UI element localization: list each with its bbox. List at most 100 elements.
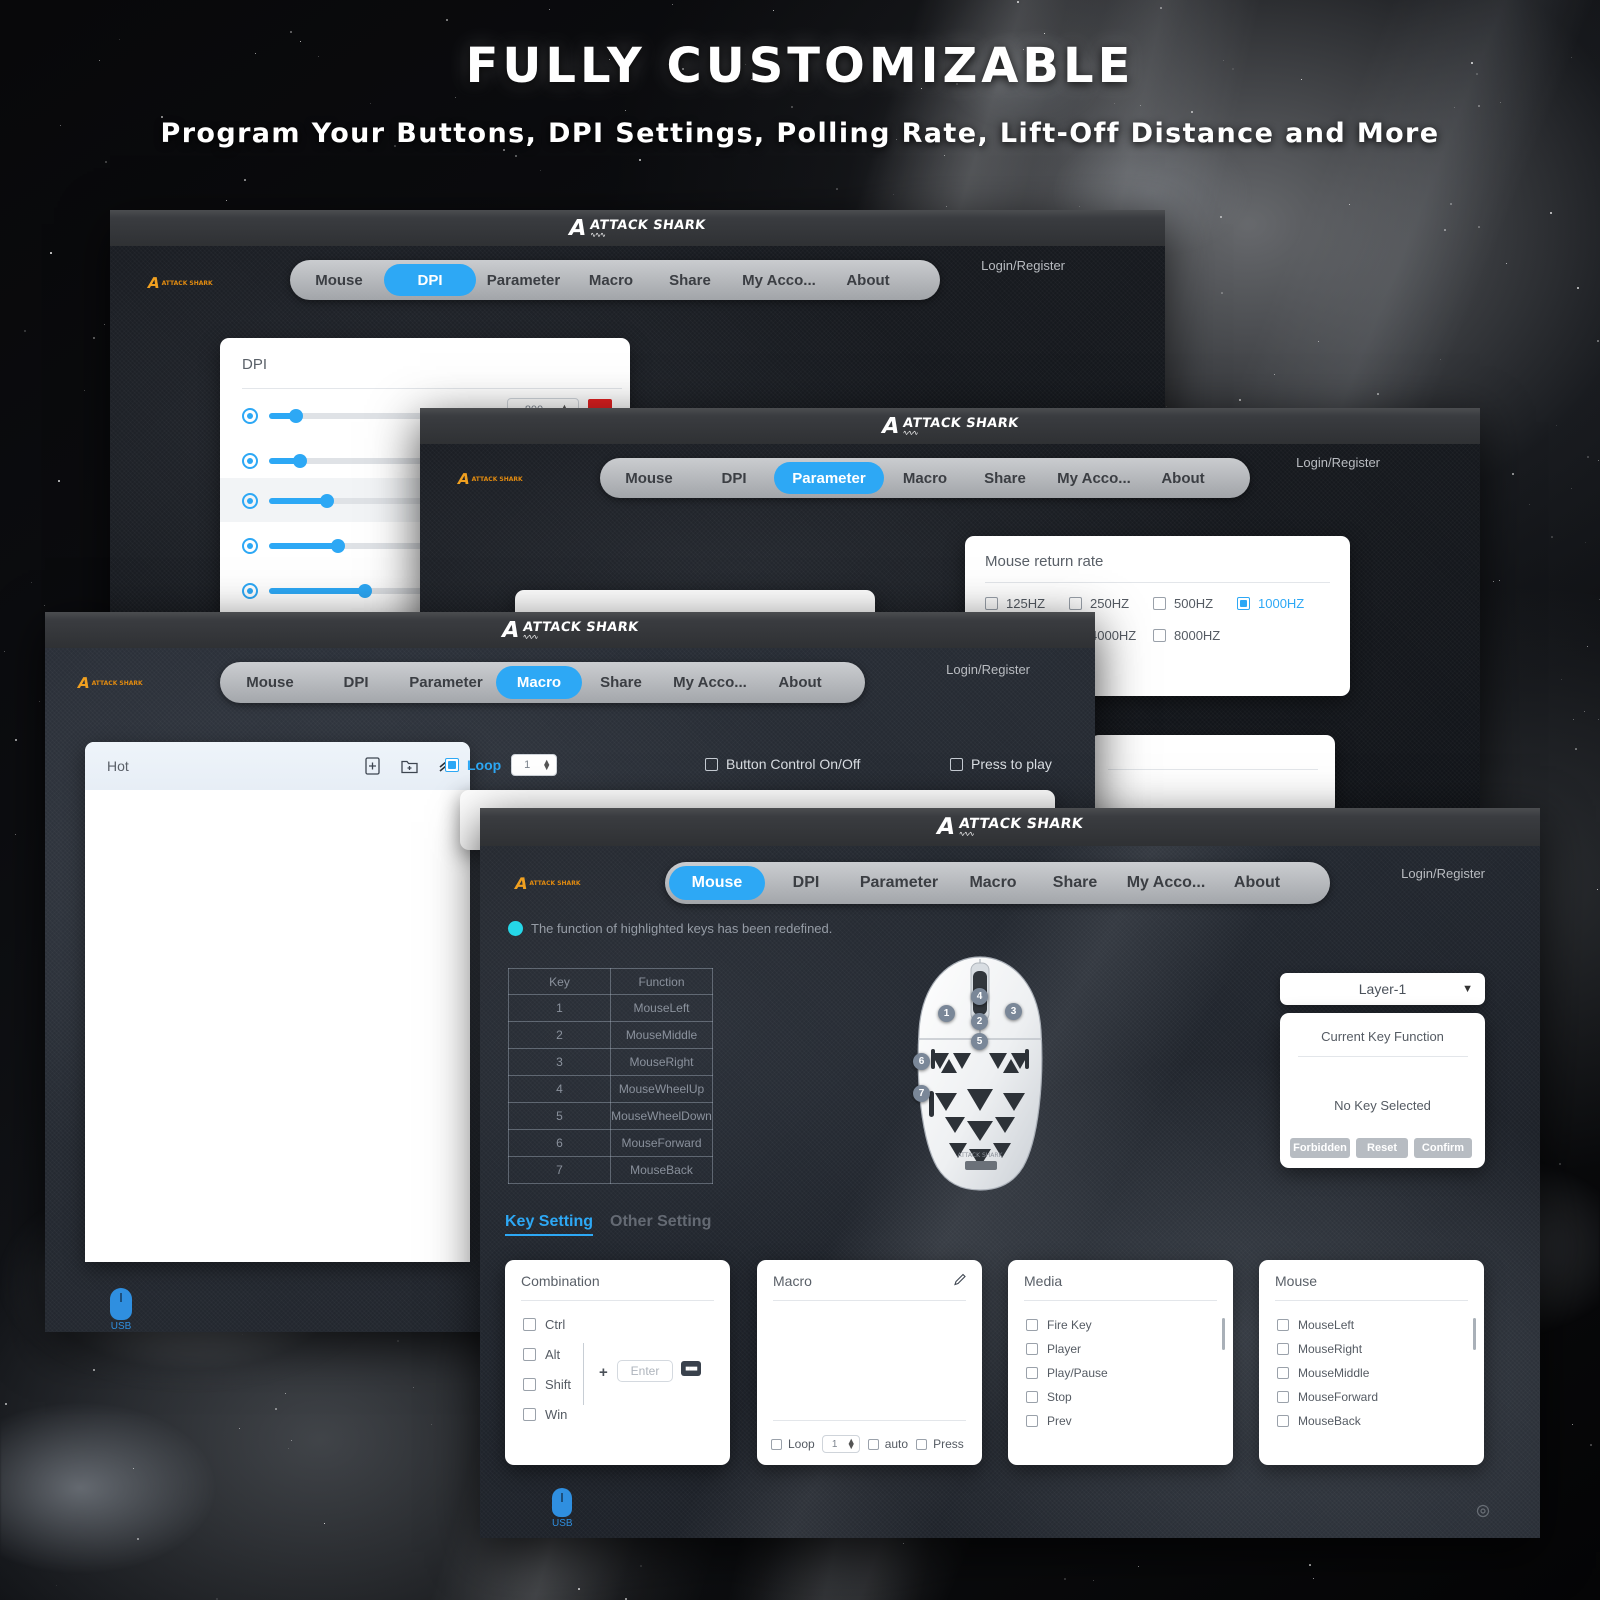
combination-option-ctrl[interactable]: Ctrl	[523, 1317, 565, 1332]
checkbox-mouse-left[interactable]	[1277, 1319, 1289, 1331]
checkbox-macro-auto[interactable]	[867, 1438, 879, 1450]
table-row[interactable]: 5 MouseWheelDown	[508, 1102, 713, 1130]
macro-footer-arrows-icon[interactable]: ▲ ▼	[847, 1436, 859, 1451]
combination-option-shift[interactable]: Shift	[523, 1377, 571, 1392]
checkbox-button-control[interactable]	[705, 757, 718, 771]
callout-7[interactable]: 7	[913, 1085, 930, 1102]
chevron-down-icon[interactable]: ▼	[1462, 983, 1473, 995]
login-register-link-mouse[interactable]: Login/Register	[1401, 866, 1485, 881]
media-option-stop[interactable]: Stop	[1026, 1390, 1072, 1404]
tab-other-setting[interactable]: Other Setting	[610, 1213, 711, 1231]
return-rate-option[interactable]: 1000HZ	[1237, 596, 1304, 611]
tab-mouse-parameter[interactable]: Mouse	[604, 462, 694, 494]
media-option-fire-key[interactable]: Fire Key	[1026, 1318, 1092, 1332]
dpi-radio-2[interactable]	[242, 453, 258, 469]
tab-macro-dpi[interactable]: Macro	[571, 264, 651, 296]
navbar-dpi[interactable]: Mouse DPI Parameter Macro Share My Acco.…	[290, 260, 940, 300]
checkbox-8000hz[interactable]	[1153, 629, 1166, 642]
tab-share-dpi[interactable]: Share	[651, 264, 729, 296]
table-row[interactable]: 3 MouseRight	[508, 1048, 713, 1076]
checkbox-win[interactable]	[523, 1408, 536, 1421]
mouse-option-back[interactable]: MouseBack	[1277, 1414, 1361, 1428]
tab-macro-macro[interactable]: Macro	[496, 666, 582, 699]
new-folder-icon[interactable]	[398, 754, 420, 778]
table-row[interactable]: 4 MouseWheelUp	[508, 1075, 713, 1103]
tab-mouse-macro[interactable]: Mouse	[224, 666, 316, 699]
mouse-panel-scrollbar[interactable]	[1473, 1318, 1476, 1350]
tab-share-parameter[interactable]: Share	[966, 462, 1044, 494]
tab-key-setting[interactable]: Key Setting	[505, 1213, 594, 1236]
titlebar-mouse[interactable]: A ATTACK SHARK ∿∿∿	[480, 808, 1540, 846]
callout-4[interactable]: 4	[971, 988, 988, 1005]
table-row[interactable]: 6 MouseForward	[508, 1129, 713, 1157]
titlebar-parameter[interactable]: A ATTACK SHARK ∿∿∿	[420, 408, 1480, 444]
layer-select[interactable]: Layer-1 ▼	[1280, 973, 1485, 1005]
media-option-prev[interactable]: Prev	[1026, 1414, 1072, 1428]
tab-about-dpi[interactable]: About	[829, 264, 907, 296]
forbidden-button[interactable]: Forbidden	[1290, 1138, 1350, 1158]
mouse-option-right[interactable]: MouseRight	[1277, 1342, 1362, 1356]
media-option-play-pause[interactable]: Play/Pause	[1026, 1366, 1108, 1380]
tab-account-parameter[interactable]: My Acco...	[1044, 462, 1144, 494]
table-row[interactable]: 2 MouseMiddle	[508, 1021, 713, 1049]
navbar-parameter[interactable]: Mouse DPI Parameter Macro Share My Acco.…	[600, 458, 1250, 498]
tab-account-macro[interactable]: My Acco...	[660, 666, 760, 699]
tab-mouse-dpi[interactable]: Mouse	[294, 264, 384, 296]
tab-dpi-mouse[interactable]: DPI	[765, 866, 847, 900]
callout-1[interactable]: 1	[938, 1005, 955, 1022]
login-register-link-macro[interactable]: Login/Register	[946, 662, 1030, 677]
table-row[interactable]: 7 MouseBack	[508, 1156, 713, 1184]
navbar-macro[interactable]: Mouse DPI Parameter Macro Share My Acco.…	[220, 662, 865, 703]
checkbox-125hz[interactable]	[985, 597, 998, 610]
macro-footer-stepper[interactable]: 1 ▲ ▼	[821, 1435, 860, 1453]
combination-key-input[interactable]: Enter	[617, 1360, 673, 1382]
tab-parameter-parameter[interactable]: Parameter	[774, 462, 884, 494]
callout-3[interactable]: 3	[1005, 1003, 1022, 1020]
checkbox-mouse-back[interactable]	[1277, 1415, 1289, 1427]
confirm-button[interactable]: Confirm	[1414, 1138, 1472, 1158]
reset-button[interactable]: Reset	[1356, 1138, 1408, 1158]
return-rate-option[interactable]: 125HZ	[985, 596, 1045, 611]
macro-loop-arrows-icon[interactable]: ▲ ▼	[542, 757, 554, 772]
tab-about-mouse[interactable]: About	[1217, 866, 1297, 900]
combination-option-alt[interactable]: Alt	[523, 1347, 560, 1362]
tab-dpi-parameter[interactable]: DPI	[694, 462, 774, 494]
dpi-radio-3[interactable]	[242, 493, 258, 509]
macro-button-control-toggle[interactable]: Button Control On/Off	[705, 756, 860, 772]
checkbox-500hz[interactable]	[1153, 597, 1166, 610]
tab-mouse-mouse[interactable]: Mouse	[669, 866, 765, 900]
tab-dpi-macro[interactable]: DPI	[316, 666, 396, 699]
keyboard-icon[interactable]: ■■■	[681, 1361, 701, 1376]
tab-account-dpi[interactable]: My Acco...	[729, 264, 829, 296]
callout-6[interactable]: 6	[913, 1053, 930, 1070]
checkbox-play-pause[interactable]	[1026, 1367, 1038, 1379]
tab-macro-mouse[interactable]: Macro	[951, 866, 1035, 900]
checkbox-250hz[interactable]	[1069, 597, 1082, 610]
checkbox-1000hz[interactable]	[1237, 597, 1250, 610]
macro-loop-stepper[interactable]: 1 ▲ ▼	[511, 754, 558, 776]
login-register-link-parameter[interactable]: Login/Register	[1296, 455, 1380, 470]
checkbox-prev[interactable]	[1026, 1415, 1038, 1427]
mouse-option-forward[interactable]: MouseForward	[1277, 1390, 1378, 1404]
checkbox-macro-loop[interactable]	[445, 758, 459, 772]
tab-share-mouse[interactable]: Share	[1035, 866, 1115, 900]
tab-dpi-dpi[interactable]: DPI	[384, 264, 476, 296]
new-file-icon[interactable]	[361, 754, 383, 778]
tab-account-mouse[interactable]: My Acco...	[1115, 866, 1217, 900]
navbar-mouse[interactable]: Mouse DPI Parameter Macro Share My Acco.…	[665, 862, 1330, 904]
return-rate-option[interactable]: 8000HZ	[1153, 628, 1220, 643]
mouse-diagram[interactable]: ATTACK SHARK 1 2 3 4 5 6 7	[905, 953, 1055, 1193]
callout-2[interactable]: 2	[971, 1013, 988, 1030]
checkbox-mouse-forward[interactable]	[1277, 1391, 1289, 1403]
tab-about-parameter[interactable]: About	[1144, 462, 1222, 494]
dpi-radio-1[interactable]	[242, 408, 258, 424]
settings-gear-icon[interactable]	[1474, 1502, 1492, 1520]
macro-press-to-play-toggle[interactable]: Press to play	[950, 756, 1052, 772]
callout-5[interactable]: 5	[971, 1033, 988, 1050]
tab-macro-parameter[interactable]: Macro	[884, 462, 966, 494]
checkbox-macro-loop-footer[interactable]	[771, 1438, 782, 1450]
titlebar-dpi[interactable]: A ATTACK SHARK ∿∿∿	[110, 210, 1165, 246]
titlebar-macro[interactable]: A ATTACK SHARK ∿∿∿	[45, 612, 1095, 648]
return-rate-option[interactable]: 250HZ	[1069, 596, 1129, 611]
macro-footer-controls[interactable]: Loop 1 ▲ ▼ auto Press	[771, 1435, 964, 1453]
